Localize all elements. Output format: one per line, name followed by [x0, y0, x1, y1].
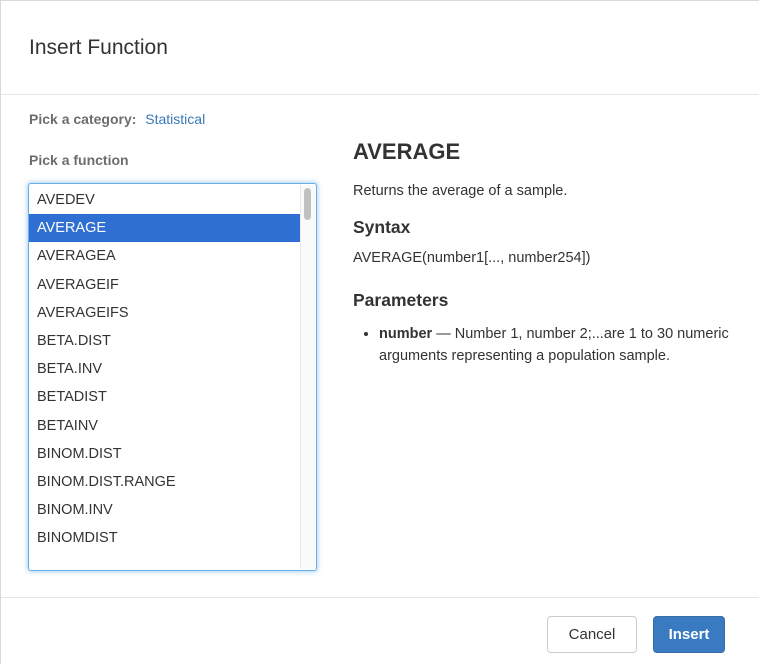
- dialog-header: Insert Function: [1, 1, 759, 95]
- scrollbar-thumb[interactable]: [304, 188, 311, 220]
- cancel-button[interactable]: Cancel: [547, 616, 637, 653]
- function-list-item[interactable]: AVEDEV: [29, 186, 301, 214]
- function-name-heading: AVERAGE: [353, 139, 461, 164]
- function-details: AVERAGE Returns the average of a sample.…: [353, 139, 743, 367]
- function-list-item[interactable]: BINOM.DIST.RANGE: [29, 468, 301, 496]
- function-listbox[interactable]: AVEDEV AVERAGE AVERAGEA AVERAGEIF AVERAGEIFS…: [28, 183, 317, 571]
- function-list-item[interactable]: BETA.INV: [29, 355, 301, 383]
- function-list-item[interactable]: AVERAGEIF: [29, 271, 301, 299]
- function-list-scrollbar[interactable]: [300, 185, 315, 569]
- function-list: AVEDEV AVERAGE AVERAGEA AVERAGEIF AVERAGEIFS…: [29, 184, 316, 552]
- category-link[interactable]: Statistical: [145, 111, 205, 127]
- function-picker-label: Pick a function: [29, 152, 129, 168]
- syntax-heading: Syntax: [353, 217, 411, 237]
- function-list-item[interactable]: BINOM.DIST: [29, 440, 301, 468]
- function-list-item[interactable]: AVERAGE: [29, 214, 301, 243]
- function-description: Returns the average of a sample.: [353, 183, 568, 199]
- parameter-list: number — Number 1, number 2;...are 1 to …: [353, 323, 743, 367]
- dialog-title: Insert Function: [29, 36, 168, 59]
- category-row: Pick a category: Statistical: [29, 111, 205, 127]
- parameter-name: number: [379, 326, 433, 342]
- function-list-item[interactable]: BINOM.INV: [29, 496, 301, 524]
- parameters-heading: Parameters: [353, 290, 449, 310]
- function-list-item[interactable]: AVERAGEA: [29, 242, 301, 270]
- category-label: Pick a category:: [29, 111, 137, 127]
- insert-function-dialog: Insert Function Pick a category: Statist…: [0, 0, 759, 664]
- function-list-item[interactable]: BETAINV: [29, 412, 301, 440]
- insert-button[interactable]: Insert: [653, 616, 725, 653]
- syntax-text: AVERAGE(number1[..., number254]): [353, 250, 591, 266]
- parameter-item: number — Number 1, number 2;...are 1 to …: [379, 323, 743, 367]
- function-list-item[interactable]: BINOMDIST: [29, 524, 301, 552]
- parameter-separator: —: [432, 326, 455, 342]
- function-list-item[interactable]: AVERAGEIFS: [29, 299, 301, 327]
- dialog-footer: Cancel Insert: [1, 597, 759, 665]
- function-list-item[interactable]: BETA.DIST: [29, 327, 301, 355]
- function-list-item[interactable]: BETADIST: [29, 383, 301, 411]
